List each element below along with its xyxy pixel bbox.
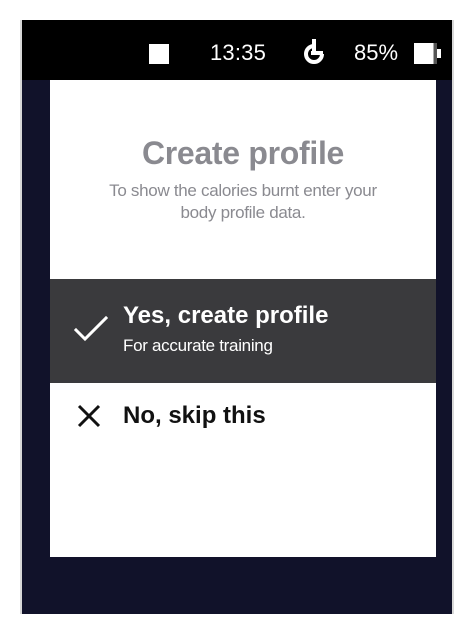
battery-icon: [414, 43, 442, 64]
dialog-subtitle-text: To show the calories burnt enter your bo…: [109, 181, 377, 222]
status-time: 13:35: [210, 40, 267, 65]
status-bar: 13:35 85%: [22, 20, 452, 80]
check-icon: [74, 316, 108, 342]
dialog-title: Create profile: [141, 135, 345, 171]
device-screen: 13:35 85% Create profile To show the cal…: [20, 20, 454, 614]
no-option-label: No, skip this: [123, 402, 266, 429]
yes-option-label: Yes, create profile: [123, 302, 329, 329]
close-icon: [77, 404, 101, 428]
create-profile-dialog: Create profile To show the calories burn…: [50, 80, 436, 557]
yes-option-sublabel: For accurate training: [123, 336, 273, 355]
dialog-subtitle: To show the calories burnt enter your bo…: [50, 180, 436, 224]
square-indicator-icon: [149, 44, 169, 64]
yes-create-profile-option[interactable]: Yes, create profile For accurate trainin…: [50, 279, 436, 383]
battery-percentage: 85%: [354, 40, 399, 65]
no-skip-option[interactable]: No, skip this: [50, 383, 436, 453]
sync-icon: [304, 39, 324, 64]
